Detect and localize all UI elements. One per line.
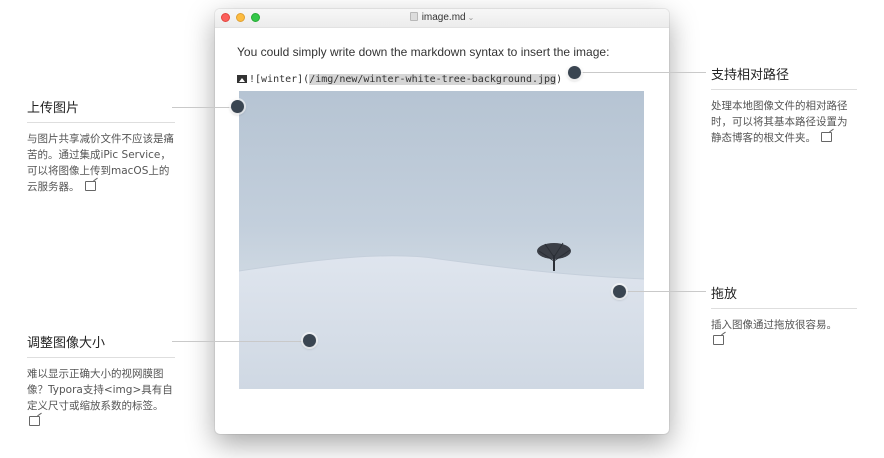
- markdown-path[interactable]: /img/new/winter-white-tree-background.jp…: [309, 74, 557, 85]
- markdown-prefix: ![winter](: [249, 74, 310, 85]
- markdown-image-source[interactable]: ![winter](/img/new/winter-white-tree-bac…: [237, 74, 562, 85]
- annotation-relative-path-title: 支持相对路径: [711, 64, 857, 90]
- leader-line-drag-drop: [620, 291, 706, 292]
- callout-dot-upload[interactable]: [231, 100, 244, 113]
- winter-tree-photo: [239, 242, 644, 389]
- annotation-resize: 调整图像大小 难以显示正确大小的视网膜图像？Typora支持<img>具有自定义…: [27, 332, 175, 430]
- inserted-image[interactable]: [239, 91, 644, 389]
- callout-dot-resize[interactable]: [303, 334, 316, 347]
- annotation-relative-path: 支持相对路径 处理本地图像文件的相对路径时，可以将其基本路径设置为静态博客的根文…: [711, 64, 857, 146]
- title-bar: image.md ⌄: [215, 9, 669, 28]
- share-icon[interactable]: [29, 416, 40, 426]
- markdown-suffix: ): [556, 74, 563, 85]
- annotation-drag-drop-body: 插入图像通过拖放很容易。: [711, 317, 857, 349]
- leader-line-relative-path: [575, 72, 706, 73]
- annotation-resize-text: 难以显示正确大小的视网膜图像？Typora支持<img>具有自定义尺寸或缩放系数…: [27, 368, 173, 412]
- annotation-drag-drop-text: 插入图像通过拖放很容易。: [711, 319, 837, 331]
- window-filename: image.md: [421, 12, 466, 23]
- share-icon[interactable]: [713, 335, 724, 345]
- annotation-upload-title: 上传图片: [27, 97, 175, 123]
- annotation-relative-path-body: 处理本地图像文件的相对路径时，可以将其基本路径设置为静态博客的根文件夹。: [711, 98, 857, 146]
- leader-line-upload: [172, 107, 238, 108]
- image-icon: [237, 75, 247, 83]
- annotation-drag-drop-title: 拖放: [711, 283, 857, 309]
- intro-paragraph[interactable]: You could simply write down the markdown…: [237, 45, 609, 59]
- share-icon[interactable]: [821, 132, 833, 142]
- annotation-drag-drop: 拖放 插入图像通过拖放很容易。: [711, 283, 857, 349]
- document-icon: [409, 12, 418, 21]
- leader-line-resize: [172, 341, 310, 342]
- share-icon[interactable]: [84, 181, 96, 191]
- annotation-upload-text: 与图片共享减价文件不应该是痛苦的。通过集成iPic Service，可以将图像上…: [27, 133, 174, 193]
- annotation-upload: 上传图片 与图片共享减价文件不应该是痛苦的。通过集成iPic Service，可…: [27, 97, 175, 195]
- annotation-resize-body: 难以显示正确大小的视网膜图像？Typora支持<img>具有自定义尺寸或缩放系数…: [27, 366, 175, 430]
- chevron-down-icon: ⌄: [467, 13, 475, 22]
- callout-dot-drag-drop[interactable]: [613, 285, 626, 298]
- annotation-upload-body: 与图片共享减价文件不应该是痛苦的。通过集成iPic Service，可以将图像上…: [27, 131, 175, 195]
- window-title[interactable]: image.md ⌄: [215, 10, 669, 26]
- callout-dot-relative-path[interactable]: [568, 66, 581, 79]
- annotation-resize-title: 调整图像大小: [27, 332, 175, 358]
